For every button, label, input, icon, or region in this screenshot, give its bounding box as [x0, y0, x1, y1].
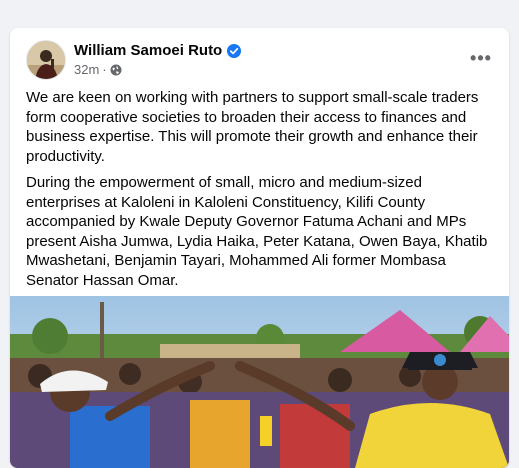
post-photo[interactable] — [10, 296, 509, 468]
verified-badge-icon — [227, 43, 242, 58]
post-card: William Samoei Ruto 32m · ••• We are kee… — [10, 28, 509, 468]
post-meta: 32m · — [74, 62, 122, 77]
author-name[interactable]: William Samoei Ruto — [74, 42, 222, 59]
post-text: We are keen on working with partners to … — [26, 88, 496, 297]
post-header: William Samoei Ruto 32m · ••• — [10, 28, 509, 88]
author-name-row: William Samoei Ruto — [74, 42, 242, 59]
avatar-image — [27, 41, 65, 79]
more-options-icon[interactable]: ••• — [465, 44, 497, 72]
author-avatar[interactable] — [26, 40, 66, 80]
post-paragraph-2: During the empowerment of small, micro a… — [26, 174, 488, 289]
globe-icon[interactable] — [110, 64, 122, 76]
crowd-photo-illustration — [10, 296, 509, 468]
post-timestamp[interactable]: 32m — [74, 62, 99, 77]
meta-separator: · — [102, 62, 107, 77]
post-paragraph-1: We are keen on working with partners to … — [26, 89, 479, 165]
